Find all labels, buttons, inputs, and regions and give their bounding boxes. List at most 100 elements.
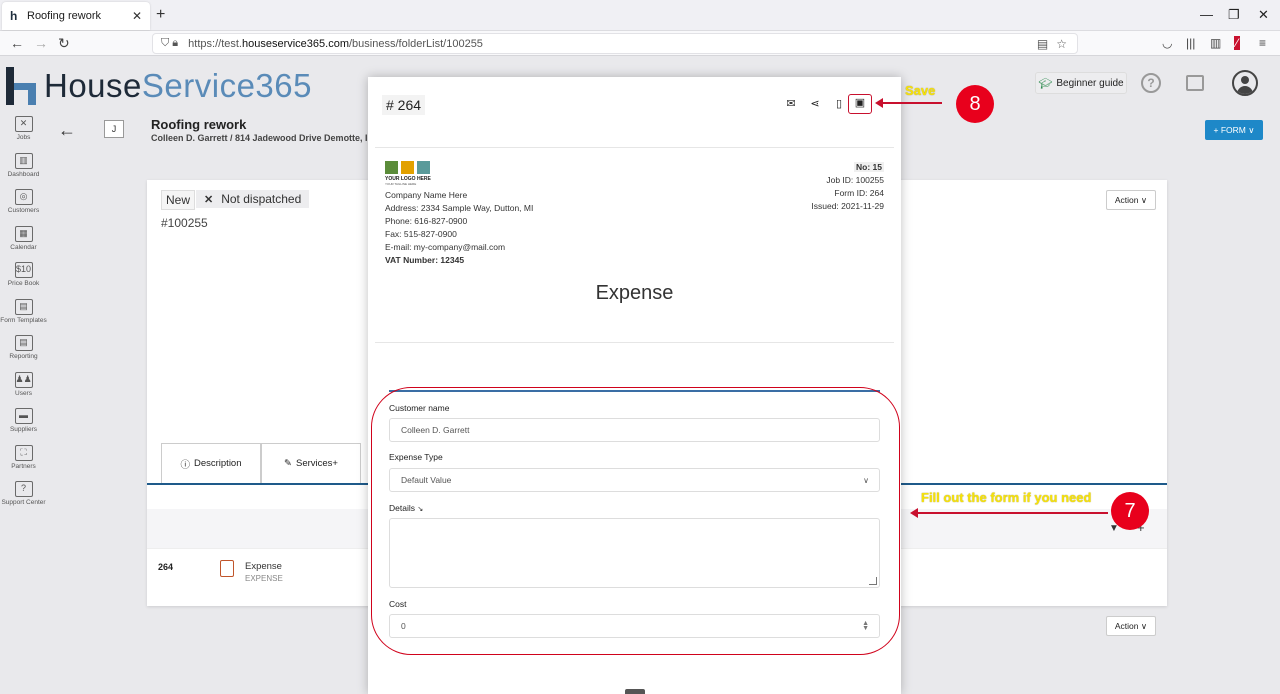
job-action-button[interactable]: Action ∨ — [1106, 190, 1156, 210]
job-id: Job ID: 100255 — [826, 175, 884, 185]
company-logo: YOUR LOGO HERE YOUR TAGLINE HERE — [385, 161, 431, 186]
row-action-button[interactable]: Action ∨ — [1106, 616, 1156, 636]
sidebar-item-label: Dashboard — [7, 170, 40, 178]
dispatch-status-badge[interactable]: ✕ Not dispatched — [196, 190, 310, 208]
sidebar-item-price-book[interactable]: $10 Price Book — [0, 260, 47, 297]
pocket-icon[interactable]: ◡ — [1162, 36, 1172, 50]
sidebar-item-label: Suppliers — [9, 426, 38, 433]
sidebar-item-users[interactable]: ♟♟ Users — [0, 370, 47, 407]
tab-services-label: Services+ — [295, 458, 338, 469]
pencil-icon: ✎ — [284, 458, 292, 469]
customer-name-input[interactable]: Colleen D. Garrett — [389, 418, 880, 442]
logo-text-service: Service365 — [141, 67, 312, 104]
save-icon: ▣ — [854, 97, 866, 109]
expense-form-modal: # 264 ✉ ⋖ ▯ ▣ YOUR LOGO HERE YOUR TAGLIN… — [368, 77, 901, 694]
form-no: No: 15 — [854, 162, 884, 172]
details-textarea[interactable] — [389, 518, 880, 588]
save-button[interactable]: ▣ — [848, 94, 872, 114]
number-stepper-icon[interactable]: ▲ ▼ — [862, 620, 869, 632]
form-title: Expense — [595, 282, 674, 304]
new-tab-icon[interactable]: + — [156, 6, 165, 24]
reload-icon[interactable]: ↻ — [58, 35, 70, 52]
annotation-arrow-head — [875, 98, 883, 108]
issued-date: Issued: 2021-11-29 — [811, 201, 884, 211]
resize-handle-icon[interactable] — [869, 577, 877, 585]
extension-icon[interactable]: ⁄ — [1234, 36, 1241, 50]
sidebar-item-label: Support Center — [1, 499, 46, 506]
maximize-icon[interactable]: ❐ — [1228, 7, 1240, 23]
annotation-step-7: 7 — [1111, 492, 1149, 530]
chevron-down-icon: ∨ — [863, 475, 869, 485]
reader-view-icon[interactable]: ▤ — [1037, 37, 1048, 51]
tab-description[interactable]: ⓘ Description — [161, 443, 261, 483]
menu-icon[interactable]: ≡ — [1259, 36, 1266, 50]
back-icon[interactable]: ← — [10, 35, 24, 51]
url-bar[interactable]: ⛉ 🔒︎ https://test.houseservice365.com/bu… — [152, 33, 1078, 54]
form-id: Form ID: 264 — [834, 188, 884, 198]
beginner-guide-button[interactable]: 🎓︎ Beginner guide — [1035, 72, 1127, 94]
close-tab-icon[interactable]: ✕ — [132, 9, 142, 23]
expense-type-label: Expense Type — [389, 452, 443, 462]
close-window-icon[interactable]: ✕ — [1258, 7, 1269, 23]
logo-mark-icon — [6, 67, 40, 105]
sidebar-item-support-center[interactable]: ? Support Center — [0, 479, 47, 516]
help-icon[interactable]: ? — [1141, 73, 1161, 93]
annotation-arrow-head — [910, 508, 918, 518]
logo-tagline: YOUR TAGLINE HERE — [385, 182, 417, 186]
jobs-icon: ✕ — [14, 116, 33, 132]
sidebar-item-label: Calendar — [10, 243, 37, 251]
tab-services[interactable]: ✎ Services+ — [261, 443, 361, 483]
sidebar-item-reporting[interactable]: ▤ Reporting — [0, 333, 47, 370]
price-book-icon: $10 — [14, 262, 33, 278]
sidebar-item-label: Jobs — [16, 134, 31, 141]
sidebar: ✕ Jobs ▥ Dashboard ◎ Customers ▦ Calendar $10 Pri… — [0, 114, 47, 516]
dashboard-icon: ▥ — [14, 152, 33, 169]
back-arrow-icon[interactable]: ← — [58, 120, 76, 141]
sidebar-item-calendar[interactable]: ▦ Calendar — [0, 224, 47, 261]
library-icon[interactable]: ||| — [1186, 36, 1195, 50]
expense-type-select[interactable]: Default Value ∨ — [389, 468, 880, 492]
close-icon: ✕ — [204, 194, 214, 206]
houseservice-logo[interactable]: House Service365 — [6, 64, 312, 108]
divider — [375, 342, 894, 343]
sidebar-item-partners[interactable]: ⛶ Partners — [0, 443, 47, 480]
job-number: #100255 — [161, 216, 208, 230]
minimize-icon[interactable]: — — [1200, 7, 1213, 22]
annotation-save-label: Save — [905, 83, 936, 98]
sidebar-item-form-templates[interactable]: ▤ Form Templates — [0, 297, 47, 334]
folder-icon[interactable] — [1186, 75, 1204, 91]
sidebar-item-dashboard[interactable]: ▥ Dashboard — [0, 151, 47, 188]
forward-icon[interactable]: → — [34, 35, 48, 51]
company-address: Address: 2334 Sample Way, Dutton, MI — [385, 203, 534, 213]
mail-icon[interactable]: ✉ — [784, 97, 798, 110]
browser-tab[interactable]: h Roofing rework ✕ — [2, 2, 150, 30]
users-icon: ♟♟ — [14, 371, 33, 388]
logo-house-icon — [401, 161, 414, 174]
sidebar-item-suppliers[interactable]: ▬ Suppliers — [0, 406, 47, 443]
graduation-cap-icon: 🎓︎ — [1038, 77, 1053, 90]
pdf-icon[interactable]: ▯ — [832, 97, 846, 110]
form-row-name[interactable]: Expense — [245, 561, 282, 572]
browser-tab-bar: h Roofing rework ✕ + — ❐ ✕ — [0, 0, 1280, 31]
user-avatar-icon[interactable] — [1232, 70, 1258, 96]
tab-title: Roofing rework — [27, 10, 101, 22]
company-phone: Phone: 616-827-0900 — [385, 216, 468, 226]
job-type-badge: J — [104, 120, 124, 138]
section-line — [389, 390, 880, 392]
sidebar-toggle-icon[interactable]: ▥ — [1210, 36, 1221, 50]
add-form-button[interactable]: + FORM ∨ — [1205, 120, 1263, 140]
sidebar-item-label: Form Templates — [0, 316, 47, 324]
job-info: No: 15 Job ID: 100255 Form ID: 264 Issue… — [811, 161, 884, 213]
page-subtitle: Colleen D. Garrett / 814 Jadewood Drive … — [151, 133, 367, 143]
cost-input[interactable]: 0 ▲ ▼ — [389, 614, 880, 638]
logo-text-house: House — [44, 67, 142, 104]
sidebar-item-customers[interactable]: ◎ Customers — [0, 187, 47, 224]
status-new-badge[interactable]: New — [161, 190, 196, 210]
share-icon[interactable]: ⋖ — [808, 97, 822, 110]
sidebar-item-label: Users — [15, 389, 32, 397]
sidebar-item-jobs[interactable]: ✕ Jobs — [0, 114, 47, 151]
bookmark-star-icon[interactable]: ☆ — [1056, 37, 1067, 51]
annotation-arrow-line — [918, 512, 1108, 514]
browser-nav-bar: ← → ↻ ⛉ 🔒︎ https://test.houseservice365.… — [0, 31, 1280, 56]
form-row-id: 264 — [158, 562, 174, 572]
